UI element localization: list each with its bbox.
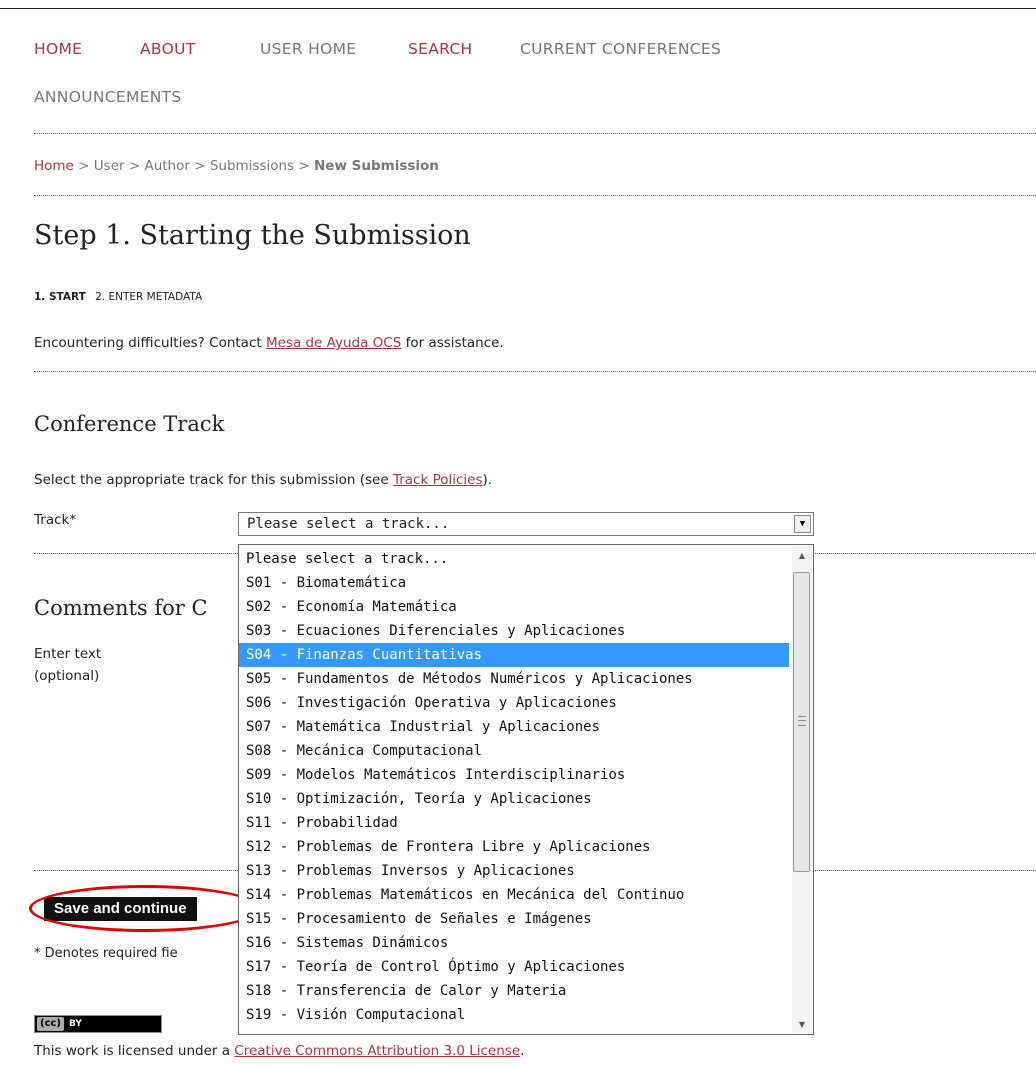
page-title: Step 1. Starting the Submission bbox=[34, 220, 471, 251]
breadcrumb-author[interactable]: Author bbox=[144, 158, 189, 174]
license-prefix: This work is licensed under a bbox=[34, 1043, 235, 1059]
track-option[interactable]: Please select a track... bbox=[239, 547, 789, 571]
license-link[interactable]: Creative Commons Attribution 3.0 License bbox=[234, 1043, 520, 1059]
breadcrumb-home[interactable]: Home bbox=[34, 158, 74, 174]
track-option[interactable]: S07 - Matemática Industrial y Aplicacion… bbox=[239, 715, 789, 739]
nav-search[interactable]: SEARCH bbox=[408, 40, 473, 58]
nav-announcements[interactable]: ANNOUNCEMENTS bbox=[34, 88, 182, 106]
cc-license-badge[interactable]: (cc) BY bbox=[34, 1015, 162, 1033]
track-option[interactable]: S09 - Modelos Matemáticos Interdisciplin… bbox=[239, 763, 789, 787]
help-suffix: for assistance. bbox=[401, 335, 504, 351]
license-suffix: . bbox=[520, 1043, 525, 1059]
track-option[interactable]: S05 - Fundamentos de Métodos Numéricos y… bbox=[239, 667, 789, 691]
help-desk-link[interactable]: Mesa de Ayuda OCS bbox=[266, 335, 401, 351]
cc-icon: (cc) bbox=[37, 1017, 64, 1031]
breadcrumb-separator: > bbox=[298, 158, 310, 174]
track-instruction-suffix: ). bbox=[482, 472, 493, 488]
track-option[interactable]: S16 - Sistemas Dinámicos bbox=[239, 931, 789, 955]
nav-about[interactable]: ABOUT bbox=[140, 40, 195, 58]
license-text: This work is licensed under a Creative C… bbox=[34, 1043, 524, 1059]
breadcrumb: Home > User > Author > Submissions > New… bbox=[34, 158, 439, 174]
nav-user-home[interactable]: USER HOME bbox=[260, 40, 356, 58]
track-option[interactable]: S06 - Investigación Operativa y Aplicaci… bbox=[239, 691, 789, 715]
save-and-continue-button[interactable]: Save and continue bbox=[44, 897, 197, 921]
track-select[interactable]: Please select a track... ▼ bbox=[238, 512, 814, 536]
grip-icon bbox=[798, 716, 806, 726]
track-option[interactable]: S18 - Transferencia de Calor y Materia bbox=[239, 979, 789, 1003]
breadcrumb-separator: > bbox=[128, 158, 141, 174]
help-text: Encountering difficulties? Contact Mesa … bbox=[34, 335, 504, 351]
track-label: Track* bbox=[34, 512, 77, 528]
track-option[interactable]: S15 - Procesamiento de Señales e Imágene… bbox=[239, 907, 789, 931]
track-options: Please select a track... S01 - Biomatemát… bbox=[239, 547, 789, 1027]
chevron-down-icon[interactable]: ▼ bbox=[794, 515, 811, 533]
divider bbox=[34, 195, 1036, 196]
track-option[interactable]: S12 - Problemas de Frontera Libre y Apli… bbox=[239, 835, 789, 859]
breadcrumb-submissions[interactable]: Submissions bbox=[210, 158, 294, 174]
track-policies-link[interactable]: Track Policies bbox=[393, 472, 483, 488]
comments-label-line1: Enter text bbox=[34, 646, 102, 662]
breadcrumb-separator: > bbox=[78, 158, 90, 174]
breadcrumb-current: New Submission bbox=[314, 158, 439, 174]
scroll-up-icon[interactable]: ▲ bbox=[792, 546, 812, 564]
step-enter-metadata[interactable]: 2. ENTER METADATA bbox=[95, 291, 202, 303]
track-option[interactable]: S13 - Problemas Inversos y Aplicaciones bbox=[239, 859, 789, 883]
scroll-down-icon[interactable]: ▼ bbox=[792, 1015, 812, 1033]
track-option[interactable]: S02 - Economía Matemática bbox=[239, 595, 789, 619]
track-option[interactable]: S08 - Mecánica Computacional bbox=[239, 739, 789, 763]
top-border bbox=[0, 8, 1036, 9]
by-icon: BY bbox=[69, 1019, 82, 1029]
track-option[interactable]: S03 - Ecuaciones Diferenciales y Aplicac… bbox=[239, 619, 789, 643]
track-option[interactable]: S19 - Visión Computacional bbox=[239, 1003, 789, 1027]
comments-label: Enter text (optional) bbox=[34, 643, 101, 687]
step-indicator: 1. START 2. ENTER METADATA bbox=[34, 291, 202, 303]
conference-track-heading: Conference Track bbox=[34, 412, 225, 436]
scrollbar-thumb[interactable] bbox=[793, 572, 810, 872]
step-start: 1. START bbox=[34, 291, 86, 303]
track-option[interactable]: S11 - Probabilidad bbox=[239, 811, 789, 835]
track-dropdown-list[interactable]: Please select a track... S01 - Biomatemát… bbox=[238, 544, 814, 1035]
track-option[interactable]: S04 - Finanzas Cuantitativas bbox=[239, 643, 789, 667]
dropdown-scrollbar[interactable]: ▲ ▼ bbox=[792, 546, 812, 1033]
help-prefix: Encountering difficulties? Contact bbox=[34, 335, 266, 351]
divider bbox=[34, 133, 1036, 134]
nav-current-conferences[interactable]: CURRENT CONFERENCES bbox=[520, 40, 721, 58]
track-option[interactable]: S10 - Optimización, Teoría y Aplicacione… bbox=[239, 787, 789, 811]
breadcrumb-separator: > bbox=[194, 158, 206, 174]
breadcrumb-user[interactable]: User bbox=[94, 158, 125, 174]
track-instruction-prefix: Select the appropriate track for this su… bbox=[34, 472, 393, 488]
comments-label-line2: (optional) bbox=[34, 668, 100, 684]
track-option[interactable]: S17 - Teoría de Control Óptimo y Aplicac… bbox=[239, 955, 789, 979]
track-option[interactable]: S01 - Biomatemática bbox=[239, 571, 789, 595]
track-instruction: Select the appropriate track for this su… bbox=[34, 472, 492, 488]
track-select-value: Please select a track... bbox=[247, 516, 450, 532]
nav-home[interactable]: HOME bbox=[34, 40, 82, 58]
required-note: * Denotes required fie bbox=[34, 946, 178, 961]
track-option[interactable]: S14 - Problemas Matemáticos en Mecánica … bbox=[239, 883, 789, 907]
comments-heading: Comments for C bbox=[34, 596, 208, 620]
divider bbox=[34, 371, 1036, 372]
